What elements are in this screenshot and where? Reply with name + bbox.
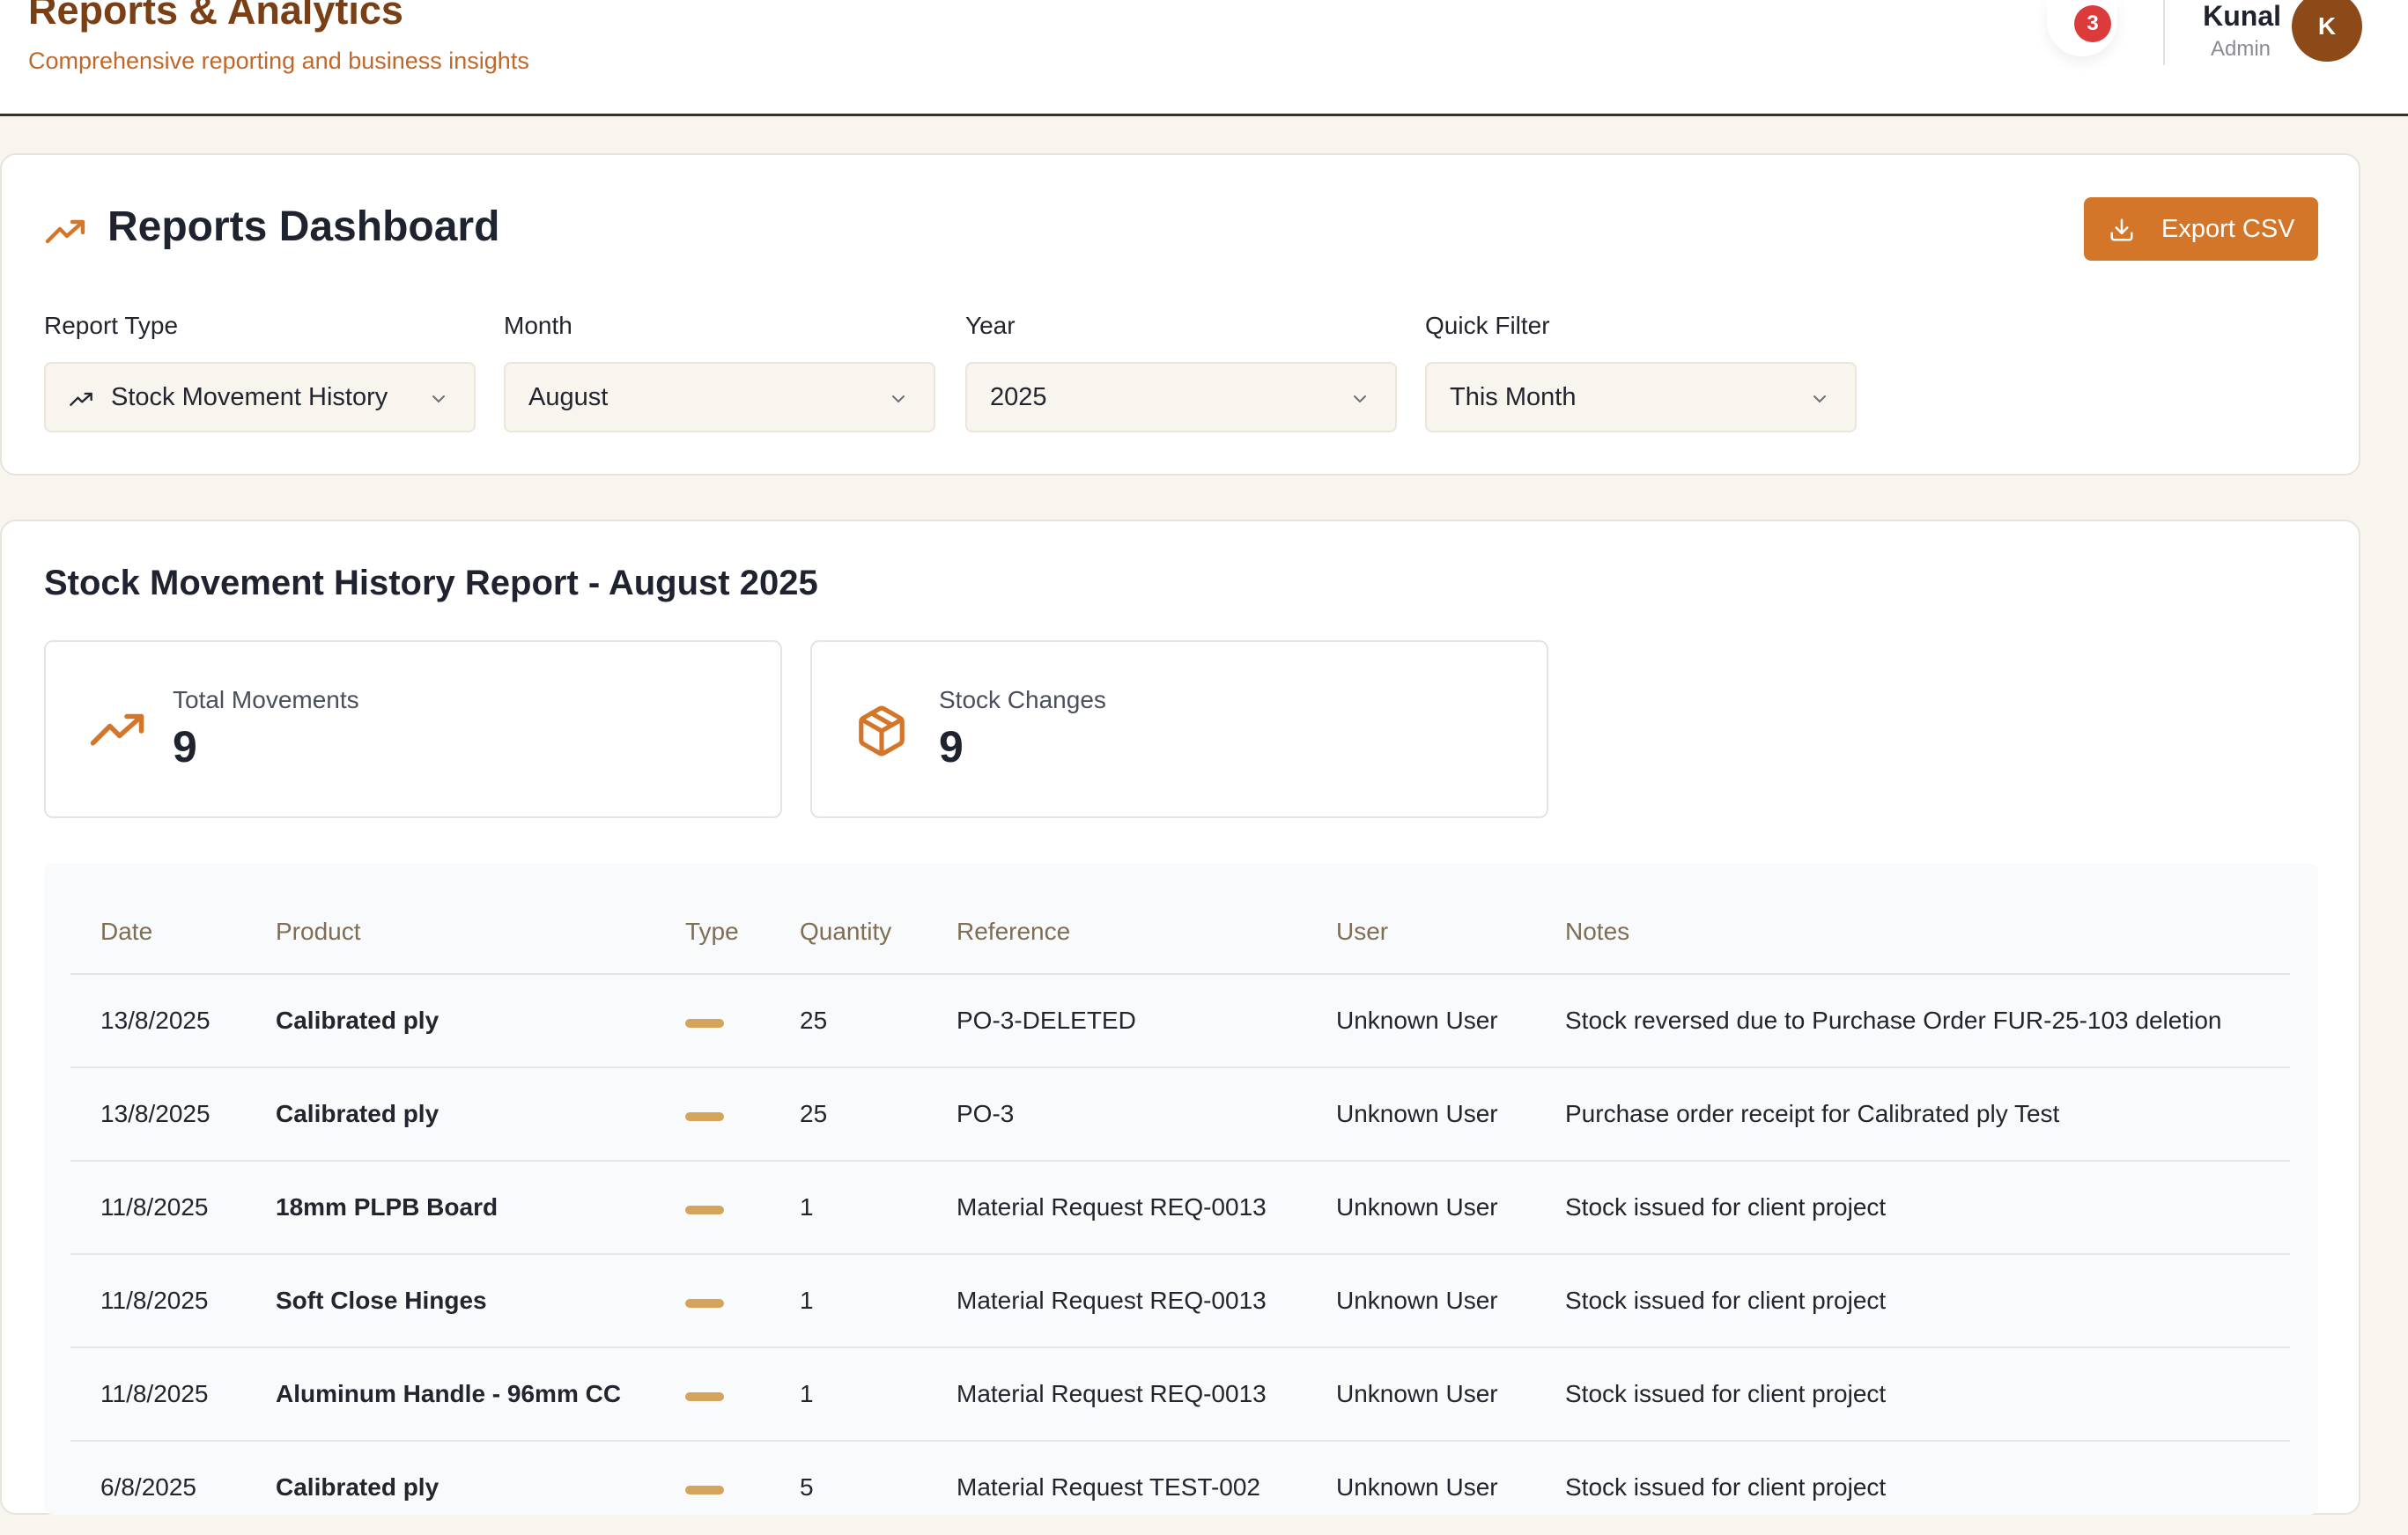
cell-notes: Stock issued for client project [1565,1193,1887,1221]
column-header-user: User [1336,918,1389,945]
cell-quantity: 5 [800,1473,814,1501]
cell-date: 13/8/2025 [100,1100,211,1127]
cell-product: Calibrated ply [276,1100,439,1127]
cell-quantity: 1 [800,1287,814,1314]
chevron-down-icon [432,395,445,403]
table-row[interactable]: 11/8/2025 18mm PLPB Board 1 Material Req… [70,1162,2290,1255]
cell-notes: Stock issued for client project [1565,1287,1887,1314]
quick-filter-value: This Month [1450,383,1577,411]
movement-type-indicator [685,1392,724,1401]
page-subtitle: Comprehensive reporting and business ins… [28,48,529,74]
quick-filter-select[interactable]: This Month [1425,362,1857,432]
month-value: August [528,383,609,411]
user-role: Admin [2210,37,2271,61]
stat-value: 9 [173,722,197,771]
column-header-date: Date [100,918,153,945]
cell-product: Soft Close Hinges [276,1287,487,1314]
movement-type-indicator [685,1206,724,1214]
cell-quantity: 25 [800,1100,828,1127]
report-title: Stock Movement History Report - August 2… [44,564,818,602]
movement-type-indicator [685,1019,724,1028]
year-value: 2025 [990,383,1047,411]
cell-notes: Purchase order receipt for Calibrated pl… [1565,1100,2060,1127]
cell-product: Calibrated ply [276,1007,439,1034]
cell-product: 18mm PLPB Board [276,1193,499,1221]
stat-card-total-movements: Total Movements 9 [44,640,782,818]
cell-reference: Material Request REQ-0013 [957,1380,1267,1407]
cell-date: 11/8/2025 [100,1380,209,1407]
year-label: Year [965,312,1016,339]
cell-notes: Stock reversed due to Purchase Order FUR… [1565,1007,2222,1034]
cell-notes: Stock issued for client project [1565,1473,1887,1501]
page-title: Reports & Analytics [28,0,403,33]
chevron-down-icon [1354,395,1366,403]
cell-reference: PO-3 [957,1100,1015,1127]
export-csv-button[interactable]: Export CSV [2084,197,2318,261]
table-row[interactable]: 11/8/2025 Soft Close Hinges 1 Material R… [70,1255,2290,1348]
cell-product: Aluminum Handle - 96mm CC [276,1380,622,1407]
cell-quantity: 25 [800,1007,828,1034]
month-label: Month [504,312,572,339]
cell-user: Unknown User [1336,1007,1498,1034]
movement-type-indicator [685,1112,724,1121]
stat-card-stock-changes: Stock Changes 9 [810,640,1548,818]
stat-value: 9 [939,722,964,771]
cell-notes: Stock issued for client project [1565,1380,1887,1407]
cell-user: Unknown User [1336,1100,1498,1127]
cell-user: Unknown User [1336,1380,1498,1407]
cell-reference: PO-3-DELETED [957,1007,1136,1034]
report-type-value: Stock Movement History [111,383,388,411]
movement-type-indicator [685,1486,724,1494]
cell-reference: Material Request REQ-0013 [957,1287,1267,1314]
month-select[interactable]: August [504,362,935,432]
cell-quantity: 1 [800,1193,814,1221]
report-type-label: Report Type [44,312,179,339]
cell-user: Unknown User [1336,1193,1498,1221]
report-type-select[interactable]: Stock Movement History [44,362,476,432]
cell-reference: Material Request REQ-0013 [957,1193,1267,1221]
header-divider [2163,0,2165,65]
cell-reference: Material Request TEST-002 [957,1473,1260,1501]
table-row[interactable]: 6/8/2025 Calibrated ply 5 Material Reque… [70,1442,2290,1535]
cell-user: Unknown User [1336,1287,1498,1314]
stat-label: Stock Changes [939,686,1106,713]
table-row[interactable]: 13/8/2025 Calibrated ply 25 PO-3-DELETED… [70,975,2290,1068]
movement-type-indicator [685,1299,724,1308]
notification-count-badge: 3 [2074,5,2111,42]
quick-filter-label: Quick Filter [1425,312,1550,339]
trending-up-icon [90,713,144,746]
chevron-down-icon [892,395,905,403]
chevron-down-icon [1813,395,1826,403]
column-header-product: Product [276,918,361,945]
export-csv-label: Export CSV [2161,215,2295,243]
cell-user: Unknown User [1336,1473,1498,1501]
package-icon [859,705,905,756]
table-row[interactable]: 11/8/2025 Aluminum Handle - 96mm CC 1 Ma… [70,1348,2290,1442]
table-row[interactable]: 13/8/2025 Calibrated ply 25 PO-3 Unknown… [70,1068,2290,1162]
cell-date: 6/8/2025 [100,1473,196,1501]
cell-date: 11/8/2025 [100,1193,209,1221]
column-header-notes: Notes [1565,918,1630,945]
trending-up-icon [70,392,92,406]
column-header-quantity: Quantity [800,918,892,945]
cell-quantity: 1 [800,1380,814,1407]
cell-product: Calibrated ply [276,1473,439,1501]
cell-date: 11/8/2025 [100,1287,209,1314]
stat-label: Total Movements [173,686,359,713]
dashboard-title: Reports Dashboard [107,203,500,250]
column-header-reference: Reference [957,918,1071,945]
column-header-type: Type [685,918,739,945]
user-name: Kunal [2203,0,2281,32]
trending-up-icon [45,219,85,244]
cell-date: 13/8/2025 [100,1007,211,1034]
year-select[interactable]: 2025 [965,362,1397,432]
download-icon [2110,218,2133,241]
